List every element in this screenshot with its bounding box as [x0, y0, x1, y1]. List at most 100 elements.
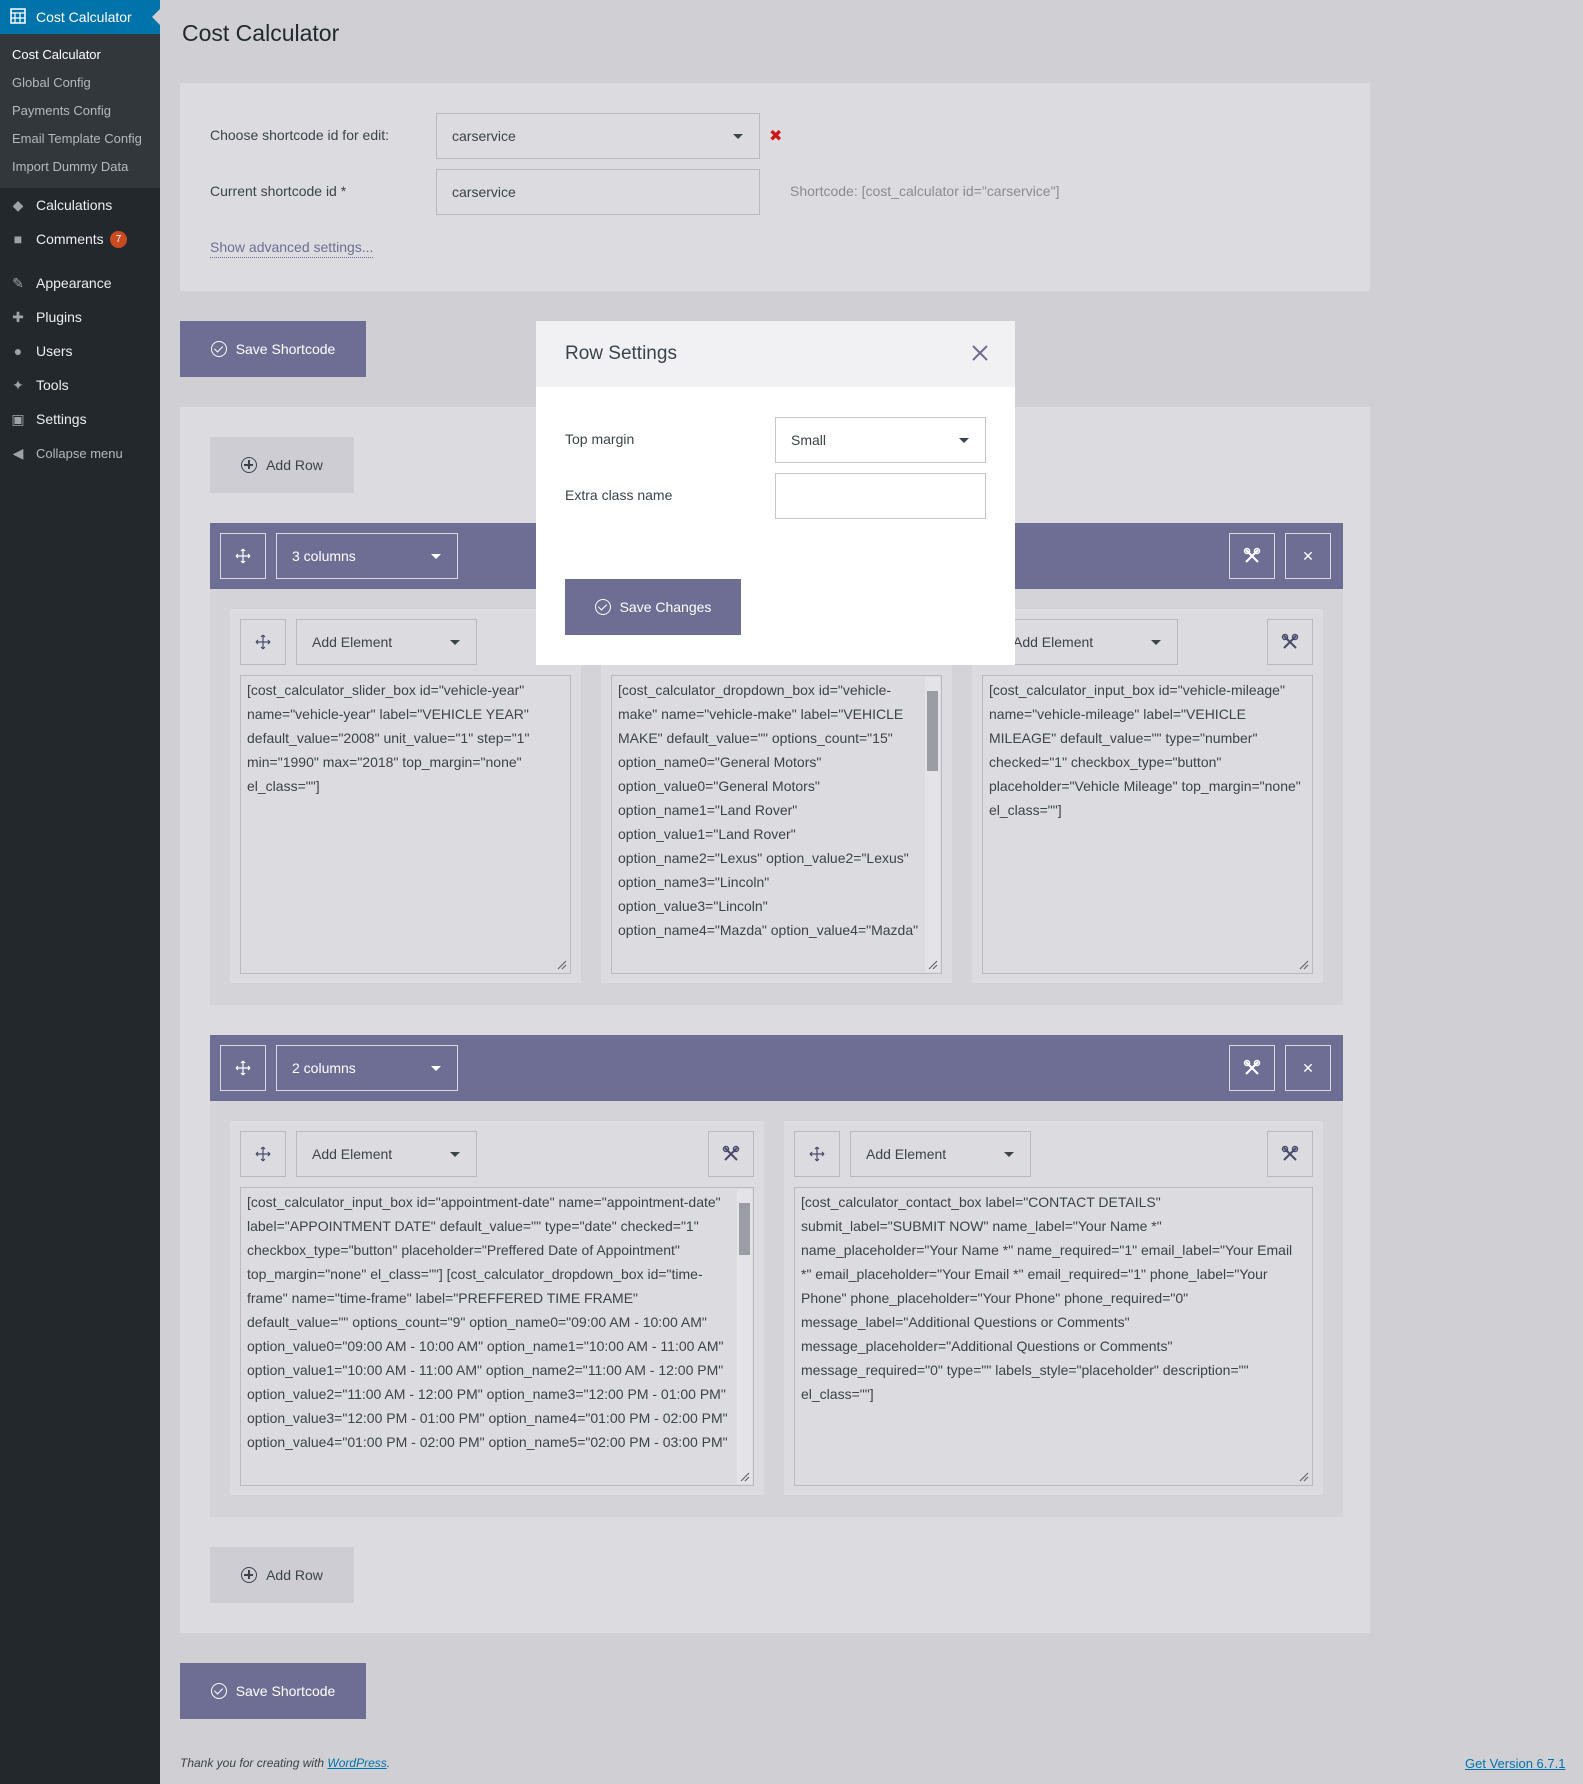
row-delete-icon[interactable]: ✕ [1285, 533, 1331, 579]
sidebar-item-plugins[interactable]: ✚ Plugins [0, 300, 160, 334]
shortcode-text: [cost_calculator_input_box id="vehicle-m… [989, 682, 1301, 818]
chevron-down-icon [1004, 1152, 1014, 1157]
row-settings-icon[interactable] [1229, 1045, 1275, 1091]
move-icon[interactable] [240, 619, 286, 665]
add-element-label: Add Element [312, 1146, 393, 1162]
submenu-cost-calculator[interactable]: Cost Calculator [0, 41, 160, 69]
user-icon: ● [13, 343, 23, 359]
comments-count-badge: 7 [109, 230, 128, 248]
add-element-label: Add Element [866, 1146, 947, 1162]
settings-icon: ▣ [11, 410, 25, 427]
add-element-label: Add Element [312, 634, 393, 650]
add-element-select[interactable]: Add Element [296, 619, 477, 665]
row-settings-icon[interactable] [1229, 533, 1275, 579]
sidebar-item-calculations[interactable]: ◆ Calculations [0, 188, 160, 222]
sidebar-item-users[interactable]: ● Users [0, 334, 160, 368]
plugin-icon: ✚ [12, 308, 24, 325]
element-settings-icon[interactable] [708, 1131, 754, 1177]
add-element-select[interactable]: Add Element [997, 619, 1178, 665]
check-circle-icon [594, 599, 611, 615]
sidebar-item-appearance[interactable]: ✎ Appearance [0, 266, 160, 300]
shortcode-settings-panel [180, 83, 1370, 291]
wordpress-link[interactable]: WordPress [327, 1756, 386, 1770]
sidebar-item-label: Tools [36, 377, 69, 393]
extra-class-input[interactable] [775, 473, 986, 519]
columns-select-value: 3 columns [292, 548, 356, 564]
close-icon[interactable] [969, 342, 991, 364]
page-title: Cost Calculator [182, 20, 340, 46]
add-row-button-bottom[interactable]: Add Row [210, 1547, 354, 1603]
current-shortcode-input[interactable]: carservice [436, 169, 760, 215]
shortcode-text: [cost_calculator_contact_box label="CONT… [801, 1194, 1293, 1402]
submenu-email-template-config[interactable]: Email Template Config [0, 125, 160, 153]
top-margin-label: Top margin [565, 431, 635, 447]
element-settings-icon[interactable] [1267, 619, 1313, 665]
save-changes-button[interactable]: Save Changes [565, 579, 741, 635]
chevron-down-icon [733, 134, 743, 139]
sidebar-item-label: Settings [36, 411, 87, 427]
shortcode-textarea[interactable]: [cost_calculator_contact_box label="CONT… [794, 1187, 1313, 1486]
submenu-global-config[interactable]: Global Config [0, 69, 160, 97]
save-shortcode-button-top[interactable]: Save Shortcode [180, 321, 366, 377]
submenu-import-dummy-data[interactable]: Import Dummy Data [0, 153, 160, 181]
top-margin-value: Small [791, 432, 827, 448]
shortcode-id-select[interactable]: carservice [436, 113, 760, 159]
check-circle-icon [210, 341, 227, 357]
move-icon[interactable] [220, 533, 266, 579]
move-icon[interactable] [240, 1131, 286, 1177]
row-delete-icon[interactable]: ✕ [1285, 1045, 1331, 1091]
modal-title: Row Settings [565, 343, 677, 364]
chevron-down-icon [450, 640, 460, 645]
footer-text-suffix: . [386, 1756, 391, 1770]
get-version-link[interactable]: Get Version 6.7.1 [1465, 1756, 1565, 1771]
resize-grip-icon[interactable] [926, 958, 938, 970]
move-icon[interactable] [794, 1131, 840, 1177]
sidebar-item-cost-calculator[interactable]: Cost Calculator [0, 0, 160, 34]
sidebar-item-tools[interactable]: ✦ Tools [0, 368, 160, 402]
sidebar-item-label: Calculations [36, 197, 113, 213]
sidebar-item-label: Comments [36, 231, 104, 247]
add-row-label: Add Row [266, 457, 323, 473]
save-shortcode-label: Save Shortcode [235, 1683, 336, 1699]
sidebar-collapse-menu[interactable]: ◀ Collapse menu [0, 436, 160, 470]
shortcode-textarea[interactable]: [cost_calculator_dropdown_box id="vehicl… [611, 675, 942, 974]
choose-shortcode-label: Choose shortcode id for edit: [210, 127, 389, 143]
sidebar-item-comments[interactable]: ■ Comments 7 [0, 222, 160, 256]
textarea-scrollbar[interactable] [925, 677, 940, 972]
move-icon[interactable] [220, 1045, 266, 1091]
add-element-select[interactable]: Add Element [850, 1131, 1031, 1177]
row-1-column-3: Add Element [cost_calculator_input_box i… [972, 609, 1323, 983]
footer-text: Thank you for creating with [180, 1756, 328, 1770]
top-margin-select[interactable]: Small [775, 417, 986, 463]
sidebar-submenu: Cost Calculator Global Config Payments C… [0, 34, 160, 188]
textarea-scrollbar[interactable] [737, 1189, 752, 1484]
shortcode-id-select-value: carservice [452, 128, 516, 144]
shortcode-text: [cost_calculator_input_box id="appointme… [247, 1194, 728, 1450]
delete-shortcode-icon[interactable]: ✖ [769, 126, 782, 146]
chevron-down-icon [959, 438, 969, 443]
tag-icon: ◆ [12, 196, 24, 213]
chevron-down-icon [431, 554, 441, 559]
row-1-columns-select[interactable]: 3 columns [276, 533, 458, 579]
submenu-payments-config[interactable]: Payments Config [0, 97, 160, 125]
shortcode-textarea[interactable]: [cost_calculator_input_box id="appointme… [240, 1187, 754, 1486]
resize-grip-icon[interactable] [1297, 1470, 1309, 1482]
resize-grip-icon[interactable] [555, 958, 567, 970]
element-settings-icon[interactable] [1267, 1131, 1313, 1177]
add-element-select[interactable]: Add Element [296, 1131, 477, 1177]
shortcode-textarea[interactable]: [cost_calculator_slider_box id="vehicle-… [240, 675, 571, 974]
show-advanced-settings-link[interactable]: Show advanced settings... [210, 239, 374, 258]
resize-grip-icon[interactable] [1297, 958, 1309, 970]
sidebar-item-settings[interactable]: ▣ Settings [0, 402, 160, 436]
comment-icon: ■ [13, 231, 23, 247]
add-row-button-top[interactable]: Add Row [210, 437, 354, 493]
save-shortcode-button-bottom[interactable]: Save Shortcode [180, 1663, 366, 1719]
admin-footer-thanks: Thank you for creating with WordPress. [180, 1756, 390, 1770]
row-2-columns-select[interactable]: 2 columns [276, 1045, 458, 1091]
current-shortcode-label: Current shortcode id * [210, 183, 347, 199]
sidebar-item-label: Users [36, 343, 73, 359]
wrench-icon: ✦ [12, 376, 24, 393]
shortcode-textarea[interactable]: [cost_calculator_input_box id="vehicle-m… [982, 675, 1313, 974]
brush-icon: ✎ [12, 274, 24, 291]
resize-grip-icon[interactable] [738, 1470, 750, 1482]
